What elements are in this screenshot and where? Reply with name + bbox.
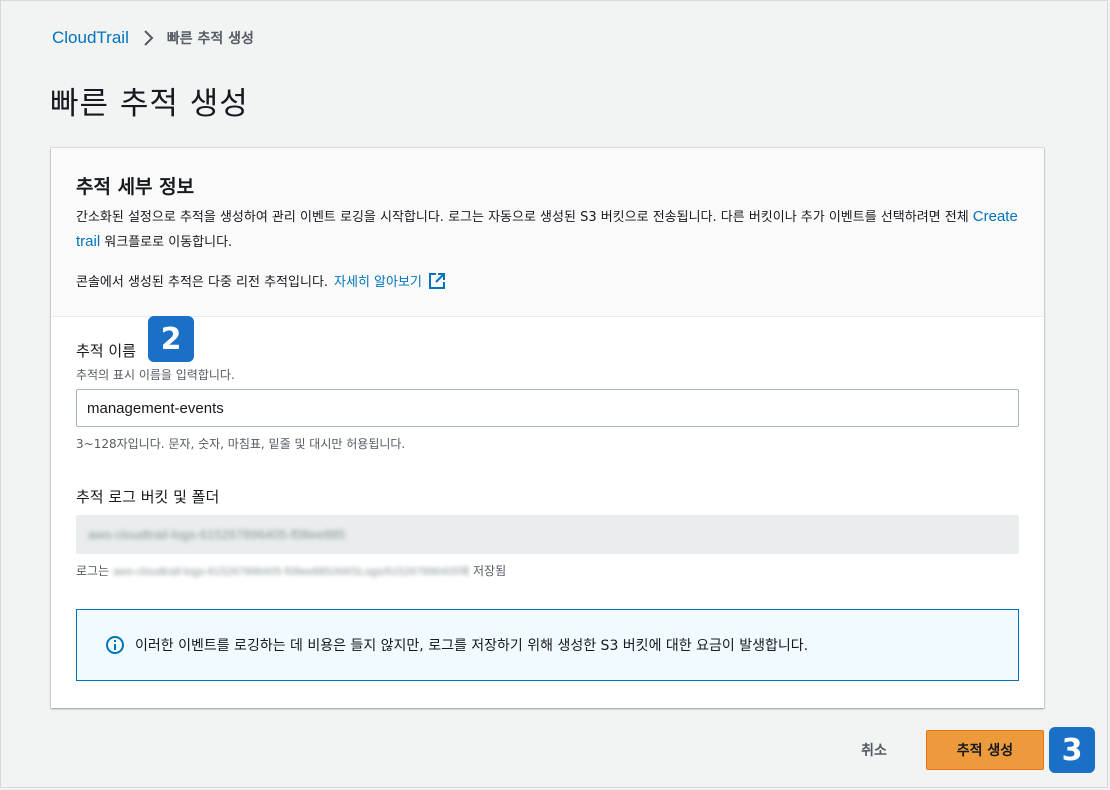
cost-info-text: 이러한 이벤트를 로깅하는 데 비용은 들지 않지만, 로그를 저장하기 위해 … — [135, 638, 809, 654]
step-2-badge: 2 — [148, 316, 194, 362]
breadcrumb-current: 빠른 추적 생성 — [166, 31, 254, 47]
chevron-right-icon — [143, 30, 155, 46]
bucket-input-disabled: aws-cloudtrail-logs-615267896405-f08ee88… — [76, 515, 1019, 554]
learn-more-link[interactable]: 자세히 알아보기 — [334, 271, 422, 290]
external-link-icon[interactable] — [428, 272, 446, 290]
cost-info-alert: 이러한 이벤트를 로깅하는 데 비용은 들지 않지만, 로그를 저장하기 위해 … — [76, 609, 1019, 681]
bucket-label: 추적 로그 버킷 및 폴더 — [76, 488, 220, 506]
info-icon — [105, 635, 125, 655]
panel-header: 추적 세부 정보 간소화된 설정으로 추적을 생성하여 관리 이벤트 로깅을 시… — [51, 148, 1044, 317]
page-title: 빠른 추적 생성 — [50, 86, 249, 122]
cancel-button[interactable]: 취소 — [846, 730, 902, 770]
trail-name-description: 추적의 표시 이름을 입력합니다. — [76, 368, 235, 382]
step-3-badge: 3 — [1049, 727, 1095, 773]
trail-name-constraint: 3~128자입니다. 문자, 숫자, 마침표, 밑줄 및 대시만 허용됩니다. — [76, 437, 406, 451]
log-prefix: 로그는 — [76, 564, 110, 578]
panel-title: 추적 세부 정보 — [76, 176, 195, 198]
breadcrumb-cloudtrail-link[interactable]: CloudTrail — [52, 28, 129, 48]
description-text-2: 워크플로로 이동합니다. — [100, 235, 233, 250]
log-suffix: 저장됨 — [472, 564, 507, 578]
bucket-value: aws-cloudtrail-logs-615267896405-f08ee88… — [88, 527, 346, 542]
trail-name-label: 추적 이름 — [76, 342, 136, 360]
trail-details-panel: 추적 세부 정보 간소화된 설정으로 추적을 생성하여 관리 이벤트 로깅을 시… — [51, 148, 1044, 708]
log-destination: 로그는 aws-cloudtrail-logs-615267896405-f08… — [76, 562, 506, 579]
description-text-1: 간소화된 설정으로 추적을 생성하여 관리 이벤트 로깅을 시작합니다. 로그는… — [76, 210, 973, 225]
breadcrumb: CloudTrail 빠른 추적 생성 — [52, 28, 254, 48]
multi-region-text: 콘솔에서 생성된 추적은 다중 리전 추적입니다. — [76, 275, 329, 290]
log-path: aws-cloudtrail-logs-615267896405-f08ee88… — [113, 565, 469, 578]
panel-description: 간소화된 설정으로 추적을 생성하여 관리 이벤트 로깅을 시작합니다. 로그는… — [76, 205, 1026, 255]
create-trail-button[interactable]: 추적 생성 — [926, 730, 1044, 770]
multi-region-note: 콘솔에서 생성된 추적은 다중 리전 추적입니다. 자세히 알아보기 — [76, 271, 446, 290]
trail-name-input[interactable] — [76, 389, 1019, 427]
